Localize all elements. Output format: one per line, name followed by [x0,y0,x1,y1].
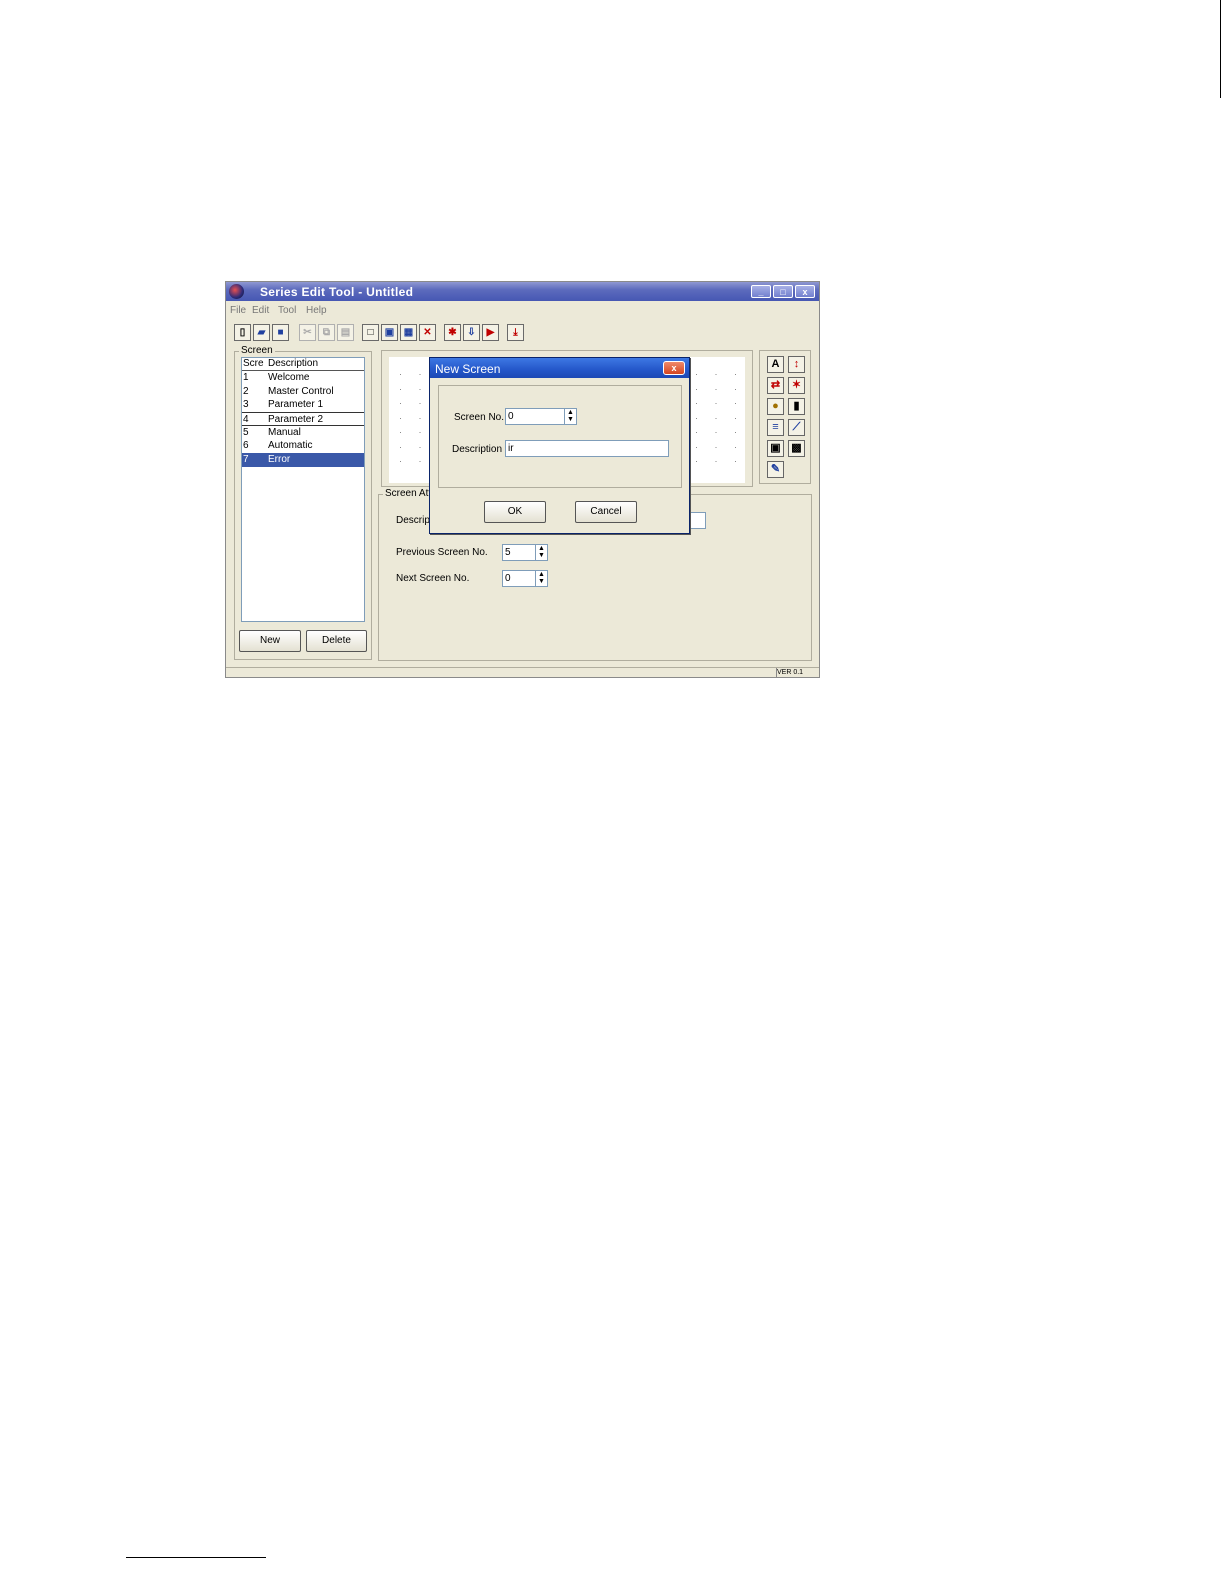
previous-screen-stepper[interactable]: 5 ▲ ▼ [502,544,548,561]
text-icon[interactable]: A [767,356,784,373]
menu-edit[interactable]: Edit [252,305,269,316]
list-icon[interactable]: ≡ [767,419,784,436]
import-icon[interactable]: ⇩ [463,324,480,341]
grid-dots-left: · · · · · · · · · · · · · · [399,369,429,466]
row-desc: Error [268,454,291,466]
bar-icon[interactable]: ▮ [788,398,805,415]
list-header: Scre Description [242,358,364,371]
dialog-title: New Screen [435,362,501,376]
list-item[interactable]: 5 Manual [242,426,364,440]
next-screen-stepper[interactable]: 0 ▲ ▼ [502,570,548,587]
copy-screen-icon[interactable]: ▦ [400,324,417,341]
row-desc: Welcome [268,372,310,383]
menu-bar: File Edit Tool Help [226,302,819,320]
tool-palette: A ↕ ⇄ ✶ ● ▮ ≡ ⟋ ▣ ▩ ✎ [759,350,811,484]
row-desc: Automatic [268,440,313,452]
new-screen-dialog: New Screen x Screen No. 0 ▲ ▼ Description… [429,357,690,534]
button-icon[interactable]: ▣ [767,440,784,457]
next-screen-label: Next Screen No. [396,573,470,584]
row-no: 5 [243,426,249,438]
attributes-group-title: Screen Att [383,488,434,499]
description-label: Descript [396,515,433,526]
download-icon[interactable]: ⤓ [507,324,524,341]
list-item[interactable]: 1 Welcome [242,371,364,385]
previous-screen-value: 5 [505,547,511,558]
dialog-description-value: ir [508,443,514,454]
new-button[interactable]: New [239,630,301,652]
spin-icon[interactable]: ▲ ▼ [535,571,547,586]
screen-list[interactable]: Scre Description 1 Welcome 2 Master Contro… [241,357,365,622]
minimize-button[interactable]: _ [751,285,771,298]
trend-icon[interactable]: ⟋ [788,419,805,436]
list-item[interactable]: 4 Parameter 2 [242,412,364,426]
numeric-icon[interactable]: ↕ [788,356,805,373]
row-desc: Parameter 1 [268,399,324,411]
column-screen-no[interactable]: Scre [243,358,264,369]
title-bar[interactable]: Series Edit Tool - Untitled _ □ x [226,282,819,301]
list-item-selected[interactable]: 7 Error [242,453,364,467]
row-no: 1 [243,372,249,383]
graphic-icon[interactable]: ✎ [767,461,784,478]
alarm-icon[interactable]: ✶ [788,377,805,394]
add-screen-icon[interactable]: ▣ [381,324,398,341]
menu-tool[interactable]: Tool [278,305,296,316]
dialog-title-bar[interactable]: New Screen x [430,358,689,378]
value-icon[interactable]: ⇄ [767,377,784,394]
row-no: 7 [243,454,249,466]
delete-button[interactable]: Delete [306,630,367,652]
toolbar: ▯ ▰ ■ ✂ ⧉ ▤ □ ▣ ▦ ✕ ✱ ⇩ ▶ ⤓ [226,321,819,343]
list-item[interactable]: 2 Master Control [242,385,364,399]
screen-no-value: 0 [508,411,514,422]
next-screen-value: 0 [505,573,511,584]
menu-help[interactable]: Help [306,305,327,316]
save-icon[interactable]: ■ [272,324,289,341]
row-desc: Manual [268,426,301,438]
column-description[interactable]: Description [268,358,318,369]
row-desc: Master Control [268,385,334,397]
dialog-close-button[interactable]: x [663,361,685,375]
open-icon[interactable]: ▰ [253,324,270,341]
footnote-rule [126,1557,266,1558]
previous-screen-label: Previous Screen No. [396,547,488,558]
menu-file[interactable]: File [230,305,246,316]
list-item[interactable]: 3 Parameter 1 [242,398,364,412]
status-bar: VER 0.1 [226,667,819,677]
dialog-description-label: Description [452,444,503,455]
window-title: Series Edit Tool - Untitled [260,285,414,299]
screen-no-stepper[interactable]: 0 ▲ ▼ [505,408,577,425]
cancel-button[interactable]: Cancel [575,501,637,523]
screen-group-title: Screen [239,345,275,356]
grid-dots-right: · · · · · · · · · · · · · · · · · · · · · [695,369,744,466]
ok-button[interactable]: OK [484,501,546,523]
row-no: 2 [243,385,249,397]
settings-icon[interactable]: ✱ [444,324,461,341]
row-no: 3 [243,399,249,411]
bitmap-icon[interactable]: ▩ [788,440,805,457]
row-desc: Parameter 2 [268,414,324,426]
status-pane: VER 0.1 [776,668,819,677]
new-icon[interactable]: ▯ [234,324,251,341]
maximize-button[interactable]: □ [773,285,793,298]
paste-icon[interactable]: ▤ [337,324,354,341]
row-no: 6 [243,440,249,452]
dialog-group [438,385,682,488]
row-no: 4 [243,414,249,426]
dialog-description-input[interactable]: ir [505,440,669,457]
close-button[interactable]: x [795,285,815,298]
list-item[interactable]: 6 Automatic [242,439,364,453]
spin-icon[interactable]: ▲ ▼ [535,545,547,560]
page-edge-rule [1220,0,1221,98]
screen-icon[interactable]: □ [362,324,379,341]
delete-screen-icon[interactable]: ✕ [419,324,436,341]
spin-icon[interactable]: ▲ ▼ [564,409,576,424]
app-icon [229,284,244,299]
cut-icon[interactable]: ✂ [299,324,316,341]
lamp-icon[interactable]: ● [767,398,784,415]
export-icon[interactable]: ▶ [482,324,499,341]
copy-icon[interactable]: ⧉ [318,324,335,341]
screen-no-label: Screen No. [454,412,505,423]
